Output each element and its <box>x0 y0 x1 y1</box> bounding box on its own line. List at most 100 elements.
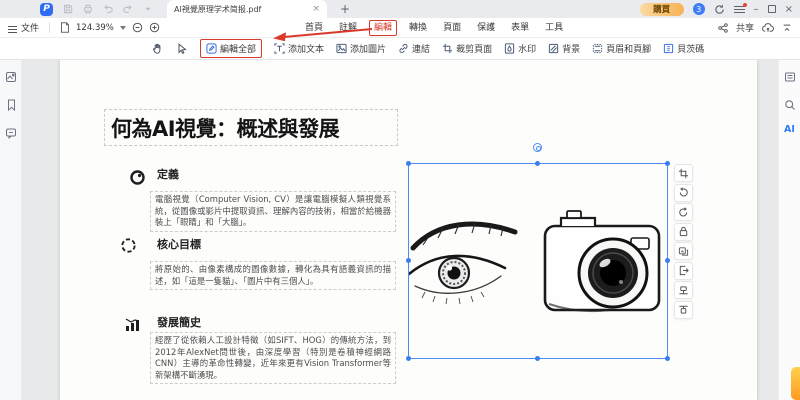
tab-form[interactable]: 表單 <box>503 18 537 38</box>
zoom-out-icon[interactable] <box>132 22 143 33</box>
tab-close-icon[interactable]: × <box>312 4 320 14</box>
collapse-toolbar-icon[interactable] <box>782 23 792 33</box>
bates-number-label: 貝茨碼 <box>677 45 705 55</box>
link-label: 連結 <box>412 45 431 55</box>
add-text-label: 添加文本 <box>288 45 325 55</box>
section-heading-core-goal[interactable]: 核心目標 <box>157 236 201 252</box>
align-vertical-center-button[interactable] <box>674 300 693 319</box>
menubar: 文件 124.39% 首頁 註解 編輯 轉換 頁面 保護 表單 工具 共享 <box>0 18 800 38</box>
selected-image-frame[interactable] <box>406 143 670 361</box>
tab-convert[interactable]: 轉換 <box>401 18 435 38</box>
main-menu-icon[interactable] <box>733 2 747 14</box>
notification-badge[interactable]: 3 <box>692 3 705 15</box>
buy-button[interactable]: 購買 <box>639 2 684 16</box>
redo-icon[interactable] <box>122 4 133 15</box>
zoom-in-icon[interactable] <box>149 22 160 33</box>
edit-all-label: 編輯全部 <box>220 45 257 55</box>
titlebar: P AI視覺原理学术简报.pdf × + 購買 3 – × <box>0 0 800 18</box>
section-body-definition[interactable]: 電腦視覺（Computer Vision, CV）是讓電腦模擬人類視覺系統，從圖… <box>150 191 396 232</box>
thumbnails-icon[interactable] <box>0 66 22 88</box>
bookmark-icon[interactable] <box>0 94 22 116</box>
pdf-editor-app: P AI視覺原理学术简报.pdf × + 購買 3 – × 文件 124.39%… <box>0 0 800 400</box>
minimize-button[interactable]: – <box>754 4 759 15</box>
crop-page-icon <box>442 43 453 54</box>
promo-corner-tab[interactable] <box>791 367 800 400</box>
workspace: 何為AI視覺：概述與發展 定義 電腦視覺（Computer Vision, CV… <box>0 60 800 400</box>
background-button[interactable]: 背景 <box>548 42 580 55</box>
sync-icon[interactable] <box>714 4 725 15</box>
watermark-button[interactable]: 水印 <box>504 42 536 55</box>
add-text-button[interactable]: 添加文本 <box>274 42 324 55</box>
header-footer-button[interactable]: 頁眉和頁腳 <box>592 42 651 55</box>
extract-image-button[interactable] <box>674 261 693 280</box>
file-menu[interactable]: 文件 <box>8 21 39 34</box>
add-image-label: 添加圖片 <box>350 45 387 55</box>
edit-all-button[interactable]: 編輯全部 <box>200 39 263 58</box>
pdf-page[interactable]: 何為AI視覺：概述與發展 定義 電腦視覺（Computer Vision, CV… <box>60 60 757 400</box>
replace-image-button[interactable] <box>674 242 693 260</box>
rotate-right-button[interactable] <box>674 203 693 221</box>
crop-page-button[interactable]: 裁剪頁面 <box>442 42 492 55</box>
right-sidebar: AI <box>778 60 800 400</box>
page-view-icon[interactable] <box>60 22 70 33</box>
zoom-dropdown-icon[interactable] <box>119 25 126 30</box>
image-tools-panel <box>674 164 694 320</box>
hand-tool-icon[interactable] <box>152 43 164 55</box>
viewfinder-icon <box>121 238 136 253</box>
lock-image-button[interactable] <box>674 222 693 241</box>
section-body-history[interactable]: 經歷了從依賴人工設計特徵（如SIFT、HOG）的傳統方法，到2012年AlexN… <box>150 332 396 385</box>
search-icon[interactable] <box>779 94 800 116</box>
ai-assistant-button[interactable]: AI <box>779 124 800 135</box>
eye-camera-illustration[interactable] <box>409 164 669 360</box>
app-logo-icon: P <box>40 2 53 16</box>
undo-icon[interactable] <box>102 4 113 15</box>
doc-title-text: 何為AI視覺：概述與發展 <box>111 116 340 141</box>
properties-panel-icon[interactable] <box>779 66 800 88</box>
crop-image-button[interactable] <box>674 164 693 182</box>
link-button[interactable]: 連結 <box>398 42 430 55</box>
file-menu-icon <box>8 24 17 33</box>
watermark-icon <box>504 43 515 54</box>
document-area[interactable]: 何為AI視覺：概述與發展 定義 電腦視覺（Computer Vision, CV… <box>22 60 778 400</box>
section-heading-history[interactable]: 發展簡史 <box>157 314 201 330</box>
save-icon[interactable] <box>62 4 73 15</box>
tab-home[interactable]: 首頁 <box>297 18 331 38</box>
tab-page[interactable]: 頁面 <box>435 18 469 38</box>
close-window-button[interactable]: × <box>785 4 793 15</box>
watermark-label: 水印 <box>518 45 537 55</box>
notification-dot <box>742 2 747 7</box>
document-tab[interactable]: AI視覺原理学术简报.pdf × <box>167 0 327 18</box>
bates-number-icon <box>663 43 674 54</box>
add-image-icon <box>336 43 347 54</box>
tab-tools[interactable]: 工具 <box>537 18 571 38</box>
background-label: 背景 <box>562 45 581 55</box>
share-label[interactable]: 共享 <box>736 21 754 34</box>
zoom-level-value[interactable]: 124.39% <box>76 23 114 33</box>
comment-icon[interactable] <box>0 122 22 144</box>
align-horizontal-center-button[interactable] <box>674 281 693 299</box>
link-icon <box>398 43 409 54</box>
doc-title-block[interactable]: 何為AI視覺：概述與發展 <box>104 109 398 146</box>
section-body-core-goal[interactable]: 將原始的、由像素構成的圖像數據，轉化為具有語義資訊的描述，如「這是一隻貓」、「圖… <box>150 261 396 291</box>
tab-edit[interactable]: 編輯 <box>369 20 398 36</box>
restore-window-button[interactable] <box>767 5 776 13</box>
header-footer-label: 頁眉和頁腳 <box>606 45 652 55</box>
rotation-handle[interactable] <box>533 143 542 152</box>
section-heading-definition[interactable]: 定義 <box>157 166 179 182</box>
divider <box>49 22 51 33</box>
tab-comment[interactable]: 註解 <box>331 18 365 38</box>
rotate-left-button[interactable] <box>674 183 693 202</box>
tab-protect[interactable]: 保護 <box>469 18 503 38</box>
cloud-upload-icon[interactable] <box>762 22 774 33</box>
bates-number-button[interactable]: 貝茨碼 <box>663 42 704 55</box>
add-image-button[interactable]: 添加圖片 <box>336 42 386 55</box>
history-dropdown-icon[interactable] <box>142 4 153 15</box>
edit-all-pencil-icon <box>206 43 217 54</box>
add-text-icon <box>274 43 285 54</box>
share-icon[interactable] <box>718 22 728 33</box>
background-icon <box>548 43 559 54</box>
print-icon[interactable] <box>82 4 93 15</box>
new-tab-button[interactable]: + <box>340 2 350 16</box>
header-footer-icon <box>592 43 603 54</box>
select-tool-icon[interactable] <box>176 42 188 55</box>
